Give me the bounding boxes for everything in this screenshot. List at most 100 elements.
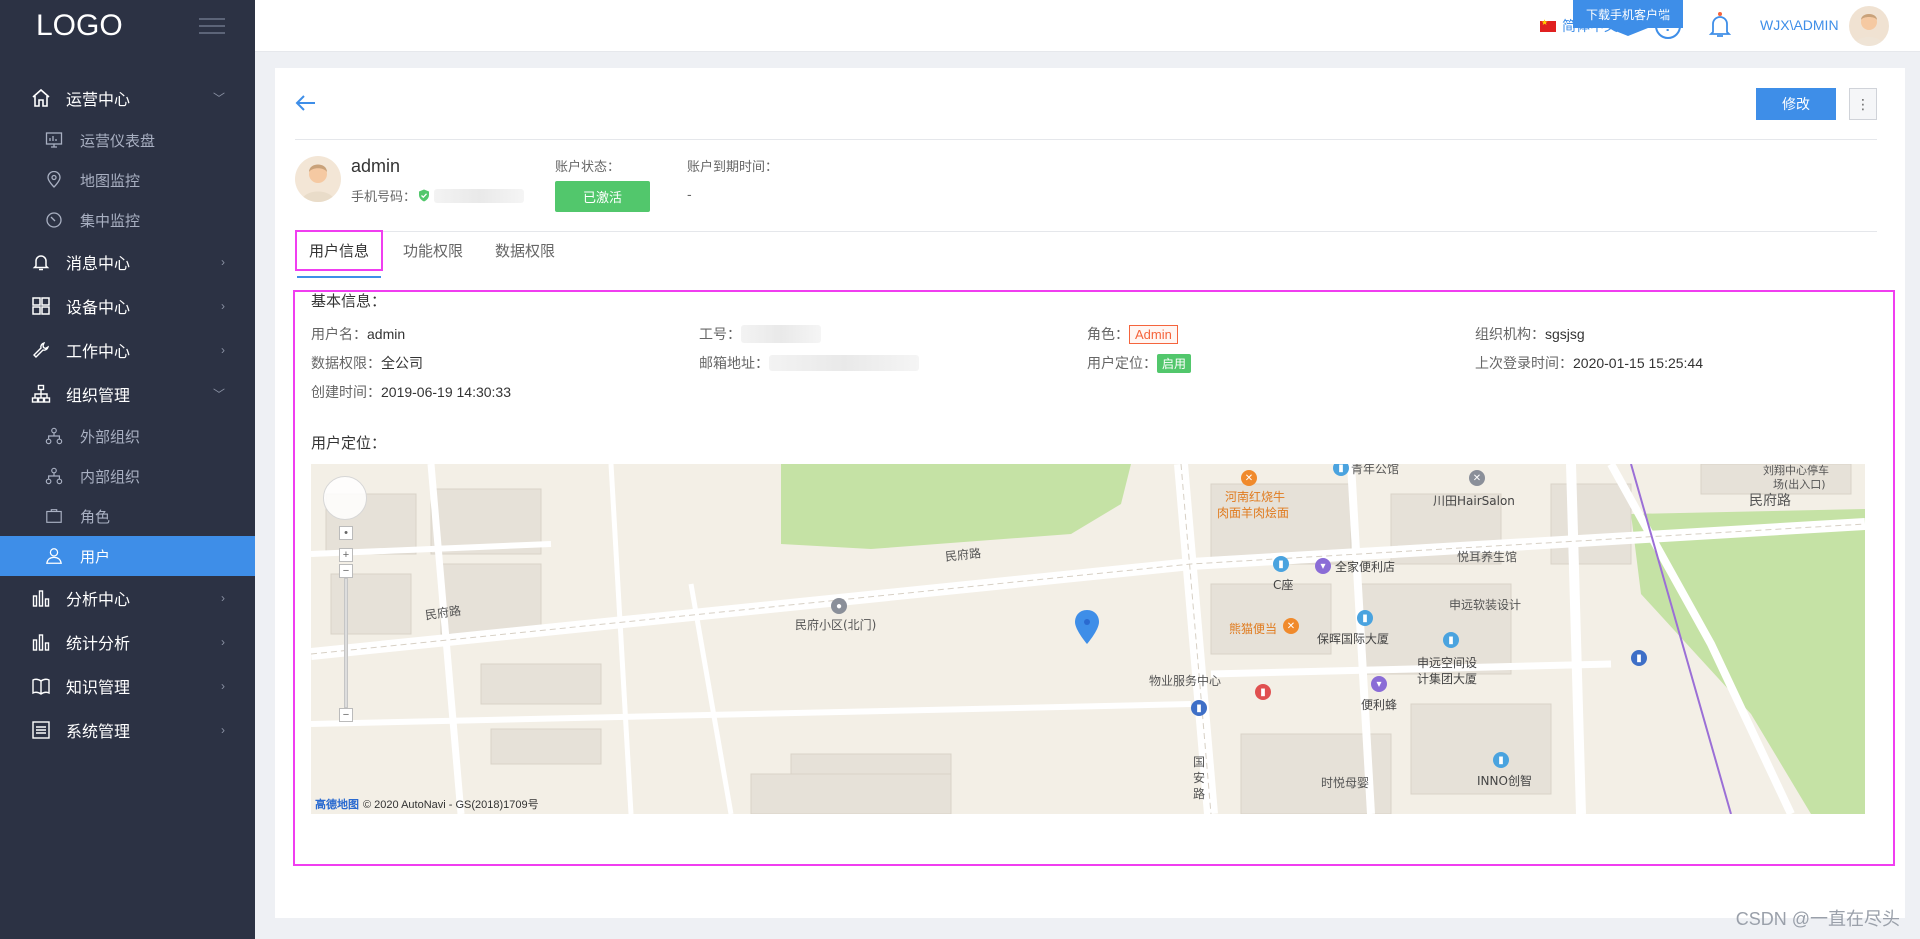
chevron-right-icon: ›: [221, 343, 225, 357]
zoom-out-button[interactable]: −: [339, 564, 353, 578]
sidebar-item-label: 外部组织: [80, 428, 141, 446]
settings-list-icon: [30, 719, 52, 741]
map-poi-label: 青年公馆: [1351, 464, 1400, 476]
sidebar-item-work[interactable]: 工作中心 ›: [0, 328, 255, 372]
sidebar-item-label: 组织管理: [66, 388, 131, 405]
sidebar-item-users[interactable]: 用户: [0, 536, 255, 576]
grid-icon: [30, 295, 52, 317]
chevron-down-icon: ﹀: [212, 387, 225, 402]
zoom-slider[interactable]: [344, 578, 348, 708]
chevron-right-icon: ›: [221, 723, 225, 737]
phone-value-redacted: [434, 188, 525, 203]
map-poi-label: C座: [1273, 578, 1294, 592]
watermark: CSDN @一直在尽头: [1735, 909, 1900, 929]
phone-label: 手机号码：: [351, 189, 417, 204]
sidebar-item-devices[interactable]: 设备中心 ›: [0, 284, 255, 328]
bus-stop-icon: ▮: [1191, 700, 1207, 716]
org-field: 组织机构： sgsjsg: [1475, 324, 1585, 344]
sidebar-item-internal-org[interactable]: 内部组织: [0, 456, 255, 496]
restaurant-poi-icon: ✕: [1283, 618, 1299, 634]
map-poi-label: 保晖国际大厦: [1317, 632, 1390, 646]
metro-poi-icon: ●: [831, 598, 847, 614]
username-field: 用户名： admin: [311, 324, 405, 344]
map-poi-label: 悦耳养生馆: [1457, 550, 1518, 564]
field-label: 组织机构：: [1475, 326, 1545, 342]
sidebar-item-organization[interactable]: 组织管理 ﹀: [0, 372, 255, 416]
tab-user-info[interactable]: 用户信息: [295, 230, 384, 278]
last-login-field: 上次登录时间： 2020-01-15 15:25:44: [1475, 353, 1703, 373]
location-title: 用户定位：: [311, 435, 387, 452]
status-badge: 已激活: [555, 181, 650, 212]
basic-info-title: 基本信息：: [311, 293, 387, 310]
map-poi-label: 物业服务中心: [1149, 674, 1222, 688]
sidebar-item-system[interactable]: 系统管理 ›: [0, 708, 255, 752]
sidebar-item-external-org[interactable]: 外部组织: [0, 416, 255, 456]
language-selector[interactable]: 简体中文 ﹀: [1540, 16, 1631, 36]
employee-no-field: 工号：: [699, 324, 821, 344]
field-label: 数据权限：: [311, 355, 381, 371]
field-value: 全公司: [381, 355, 423, 371]
sidebar-item-dashboard[interactable]: 运营仪表盘: [0, 120, 255, 160]
user-location-map[interactable]: • + − − 民府路 民府路 民府路 国安路 ● 民府小区(北门) ✕ 河南红…: [311, 464, 1865, 814]
china-flag-icon: [1540, 18, 1556, 32]
sidebar-item-statistics[interactable]: 统计分析 ›: [0, 620, 255, 664]
back-arrow-icon[interactable]: [295, 92, 319, 116]
sidebar-item-label: 用户: [80, 548, 111, 566]
profile-avatar: [295, 156, 341, 202]
sidebar-item-label: 运营仪表盘: [80, 132, 156, 150]
tab-function-permissions[interactable]: 功能权限: [391, 228, 475, 272]
notification-bell-icon[interactable]: [1707, 10, 1733, 40]
user-detail-card: 修改 ⋮ admin 手机号码： 账户状态： 已激活 账户到期时间： - 用户信…: [275, 68, 1905, 918]
building-poi-icon: ▮: [1357, 610, 1373, 626]
chevron-down-icon: ﹀: [212, 91, 225, 106]
role-field: 角色： Admin: [1087, 324, 1178, 344]
map-poi-label: 便利蜂: [1361, 698, 1398, 712]
org-tree-icon: [30, 383, 52, 405]
map-zoom-control: • + − −: [339, 526, 353, 722]
avatar[interactable]: [1849, 6, 1889, 46]
zoom-in-button[interactable]: +: [339, 548, 353, 562]
sidebar-item-label: 分析中心: [66, 592, 131, 609]
sidebar-item-operations[interactable]: 运营中心 ﹀: [0, 76, 255, 120]
restaurant-poi-icon: ▮: [1255, 684, 1271, 700]
map-attribution: 高德地图 © 2020 AutoNavi - GS(2018)1709号: [315, 796, 539, 812]
chevron-down-icon: ﹀: [1621, 22, 1631, 34]
header-username[interactable]: WJX\ADMIN: [1760, 17, 1839, 33]
created-field: 创建时间： 2019-06-19 14:30:33: [311, 382, 511, 402]
sidebar-item-messages[interactable]: 消息中心 ›: [0, 240, 255, 284]
map-poi-label: 申远空间设: [1417, 656, 1478, 670]
expire-label: 账户到期时间：: [687, 159, 779, 174]
edit-button[interactable]: 修改: [1756, 88, 1836, 120]
more-menu-button[interactable]: ⋮: [1849, 88, 1877, 120]
sidebar-item-knowledge[interactable]: 知识管理 ›: [0, 664, 255, 708]
menu-toggle-icon[interactable]: [199, 18, 225, 34]
sidebar-item-central-monitor[interactable]: 集中监控: [0, 200, 255, 240]
sidebar-item-map-monitor[interactable]: 地图监控: [0, 160, 255, 200]
sidebar-item-analysis[interactable]: 分析中心 ›: [0, 576, 255, 620]
map-provider-logo: 高德地图: [315, 799, 359, 811]
map-poi-label: 申远软装设计: [1449, 598, 1522, 612]
dashboard-icon: [44, 130, 64, 150]
shop-poi-icon: ▾: [1371, 676, 1387, 692]
wrench-icon: [30, 339, 52, 361]
map-background: [311, 464, 1865, 814]
zoom-out-button[interactable]: −: [339, 708, 353, 722]
map-copyright: © 2020 AutoNavi - GS(2018)1709号: [363, 799, 539, 811]
top-header: 下载手机客户端 简体中文 ﹀ ? WJX\ADMIN: [255, 0, 1920, 52]
org-tree-icon: [44, 426, 64, 446]
logo: LOGO: [36, 9, 123, 42]
map-locate-button[interactable]: •: [339, 526, 353, 540]
sidebar-item-label: 运营中心: [66, 92, 131, 109]
map-poi-label: 全家便利店: [1335, 560, 1396, 574]
field-label: 创建时间：: [311, 384, 381, 400]
sidebar-item-roles[interactable]: 角色: [0, 496, 255, 536]
field-label: 上次登录时间：: [1475, 355, 1573, 371]
bus-stop-icon: ▮: [1631, 650, 1647, 666]
help-icon[interactable]: ?: [1655, 13, 1681, 39]
map-road-label: 民府路: [1749, 493, 1791, 509]
location-field: 用户定位： 启用: [1087, 353, 1192, 373]
tab-data-permissions[interactable]: 数据权限: [483, 228, 567, 272]
map-pan-control[interactable]: [323, 476, 367, 520]
book-icon: [30, 675, 52, 697]
building-poi-icon: ▮: [1273, 556, 1289, 572]
